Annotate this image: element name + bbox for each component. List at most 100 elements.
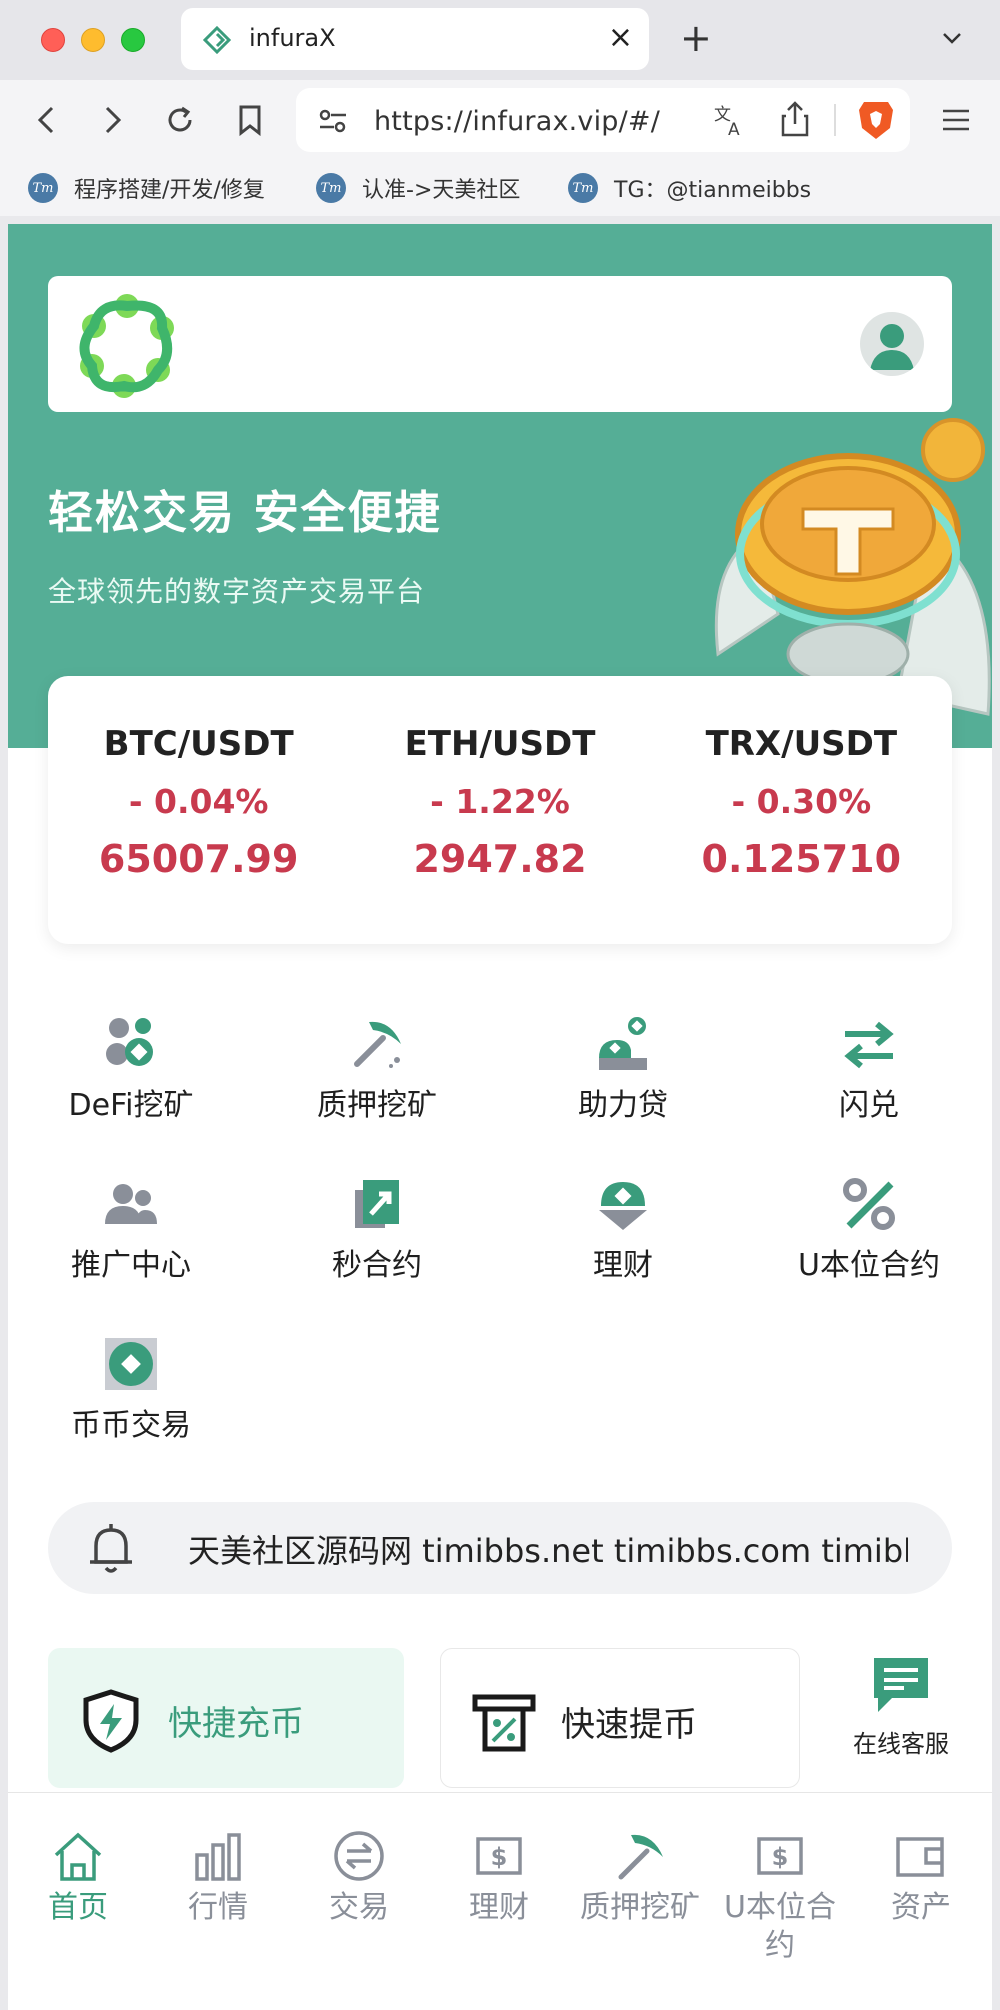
feature-second-contract[interactable]: 秒合约 bbox=[254, 1174, 500, 1284]
app-logo-icon bbox=[79, 294, 174, 398]
ticker-eth[interactable]: ETH/USDT - 1.22% 2947.82 bbox=[349, 676, 650, 944]
feature-label: 闪兑 bbox=[839, 1088, 899, 1123]
wallet-icon bbox=[896, 1837, 944, 1877]
feature-wealth[interactable]: 理财 bbox=[500, 1174, 746, 1284]
minimize-window-button[interactable] bbox=[81, 28, 105, 52]
tm-bookmark-icon: Tm bbox=[28, 173, 58, 203]
feature-usdt-contract[interactable]: U本位合约 bbox=[746, 1174, 992, 1284]
ticker-price: 2947.82 bbox=[413, 837, 587, 881]
new-tab-icon[interactable]: + bbox=[680, 18, 712, 58]
svg-text:$: $ bbox=[491, 1843, 508, 1871]
feature-label: 助力贷 bbox=[578, 1088, 668, 1123]
feature-assist-loan[interactable]: 助力贷 bbox=[500, 1014, 746, 1124]
nav-wealth[interactable]: $ 理财 bbox=[429, 1829, 569, 1927]
coin-exchange-icon bbox=[105, 1338, 157, 1390]
app-page: 轻松交易 安全便捷 全球领先的数字资产交易平台 BTC/USDT - 0.04%… bbox=[8, 224, 992, 2010]
reload-icon[interactable] bbox=[160, 100, 200, 140]
ticker-pair: TRX/USDT bbox=[705, 724, 898, 764]
ticker-pair: BTC/USDT bbox=[103, 724, 294, 764]
hero-subtitle: 全球领先的数字资产交易平台 bbox=[48, 575, 426, 608]
address-bar[interactable]: https://infurax.vip/#/ 文 A bbox=[296, 88, 910, 152]
ticker-trx[interactable]: TRX/USDT - 0.30% 0.125710 bbox=[651, 676, 952, 944]
browser-tab[interactable]: infuraX × bbox=[181, 8, 649, 70]
tab-title: infuraX bbox=[249, 24, 336, 52]
bookmark-icon[interactable] bbox=[230, 100, 270, 140]
notice-bar[interactable]: 天美社区源码网 timibbs.net timibbs.com timibbs.… bbox=[48, 1502, 952, 1594]
brave-shield-icon[interactable] bbox=[856, 98, 896, 142]
feature-label: 推广中心 bbox=[71, 1248, 191, 1283]
menu-icon[interactable] bbox=[936, 100, 976, 140]
bookmark-label: 程序搭建/开发/修复 bbox=[74, 178, 265, 203]
chat-icon bbox=[874, 1658, 928, 1712]
feature-label: 币币交易 bbox=[71, 1408, 191, 1443]
nav-market[interactable]: 行情 bbox=[148, 1829, 288, 1927]
bookmark-item[interactable]: Tm TG：@tianmeibbs bbox=[568, 172, 811, 204]
nav-label: 行情 bbox=[188, 1890, 248, 1925]
exchange-circle-icon bbox=[334, 1831, 384, 1881]
close-tab-icon[interactable]: × bbox=[608, 20, 633, 55]
feature-referral-center[interactable]: 推广中心 bbox=[8, 1174, 254, 1284]
bookmark-label: 认准->天美社区 bbox=[362, 178, 521, 203]
feature-label: DeFi挖矿 bbox=[68, 1088, 194, 1123]
bookmark-item[interactable]: Tm 程序搭建/开发/修复 bbox=[28, 172, 265, 204]
user-avatar[interactable] bbox=[860, 312, 924, 376]
site-settings-icon[interactable] bbox=[318, 108, 348, 134]
ticker-btc[interactable]: BTC/USDT - 0.04% 65007.99 bbox=[48, 676, 349, 944]
nav-label: 首页 bbox=[48, 1890, 108, 1925]
contract-icon bbox=[355, 1180, 399, 1228]
chevron-down-icon[interactable] bbox=[940, 26, 964, 50]
feature-label: U本位合约 bbox=[798, 1248, 940, 1283]
nav-usdt-contract[interactable]: $ U本位合约 bbox=[710, 1829, 850, 1965]
feature-spot-trading[interactable]: 币币交易 bbox=[8, 1334, 254, 1444]
nav-assets[interactable]: 资产 bbox=[851, 1829, 991, 1927]
bookmarks-bar: Tm 程序搭建/开发/修复 Tm 认准->天美社区 Tm TG：@tianmei… bbox=[0, 160, 1000, 216]
feature-label: 秒合约 bbox=[332, 1248, 422, 1283]
pickaxe-icon bbox=[354, 1021, 401, 1068]
svg-text:A: A bbox=[728, 120, 740, 138]
feature-label: 质押挖矿 bbox=[317, 1088, 437, 1123]
notice-text: 天美社区源码网 timibbs.net timibbs.com timibbs.… bbox=[188, 1532, 908, 1570]
ticker-change: - 0.30% bbox=[731, 782, 872, 821]
nav-trade[interactable]: 交易 bbox=[289, 1829, 429, 1927]
feature-label: 理财 bbox=[593, 1248, 653, 1283]
ticker-price: 0.125710 bbox=[701, 837, 902, 881]
browser-tab-bar: infuraX × + bbox=[0, 0, 1000, 80]
translate-icon[interactable]: 文 A bbox=[712, 102, 748, 138]
quick-withdraw-button[interactable]: 快速提币 bbox=[440, 1648, 800, 1788]
nav-staking-mining[interactable]: 质押挖矿 bbox=[570, 1829, 710, 1927]
online-support-button[interactable]: 在线客服 bbox=[826, 1654, 976, 1759]
wealth-icon bbox=[599, 1182, 647, 1230]
percent-icon bbox=[843, 1178, 895, 1230]
dollar-exchange-icon: $ bbox=[757, 1837, 803, 1875]
tm-bookmark-icon: Tm bbox=[316, 173, 346, 203]
ticker-pair: ETH/USDT bbox=[404, 724, 596, 764]
share-icon[interactable] bbox=[780, 100, 810, 138]
swap-arrows-icon bbox=[844, 1021, 894, 1069]
quick-deposit-button[interactable]: 快捷充币 bbox=[48, 1648, 404, 1788]
tm-bookmark-icon: Tm bbox=[568, 173, 598, 203]
feature-flash-swap[interactable]: 闪兑 bbox=[746, 1014, 992, 1124]
back-icon[interactable] bbox=[26, 100, 66, 140]
nav-label: 理财 bbox=[469, 1890, 529, 1925]
ticker-price: 65007.99 bbox=[98, 837, 299, 881]
feature-defi-mining[interactable]: DeFi挖矿 bbox=[8, 1014, 254, 1124]
close-window-button[interactable] bbox=[41, 28, 65, 52]
support-label: 在线客服 bbox=[853, 1730, 949, 1758]
feature-staking-mining[interactable]: 质押挖矿 bbox=[254, 1014, 500, 1124]
hero-title: 轻松交易 安全便捷 bbox=[48, 486, 442, 539]
nav-label: U本位合约 bbox=[724, 1890, 836, 1963]
shield-icon bbox=[83, 1689, 139, 1753]
browser-toolbar: https://infurax.vip/#/ 文 A bbox=[0, 80, 1000, 160]
quick-deposit-label: 快捷充币 bbox=[168, 1704, 304, 1744]
atm-withdraw-icon bbox=[472, 1694, 536, 1752]
coins-icon bbox=[106, 1018, 153, 1066]
nav-label: 质押挖矿 bbox=[580, 1890, 700, 1925]
dollar-exchange-icon: $ bbox=[476, 1837, 522, 1875]
infurax-favicon-icon bbox=[203, 26, 231, 54]
nav-home[interactable]: 首页 bbox=[8, 1829, 148, 1927]
zoom-window-button[interactable] bbox=[121, 28, 145, 52]
bookmark-item[interactable]: Tm 认准->天美社区 bbox=[316, 172, 520, 204]
forward-icon[interactable] bbox=[93, 100, 133, 140]
quick-withdraw-label: 快速提币 bbox=[561, 1705, 697, 1745]
users-icon bbox=[105, 1184, 157, 1224]
